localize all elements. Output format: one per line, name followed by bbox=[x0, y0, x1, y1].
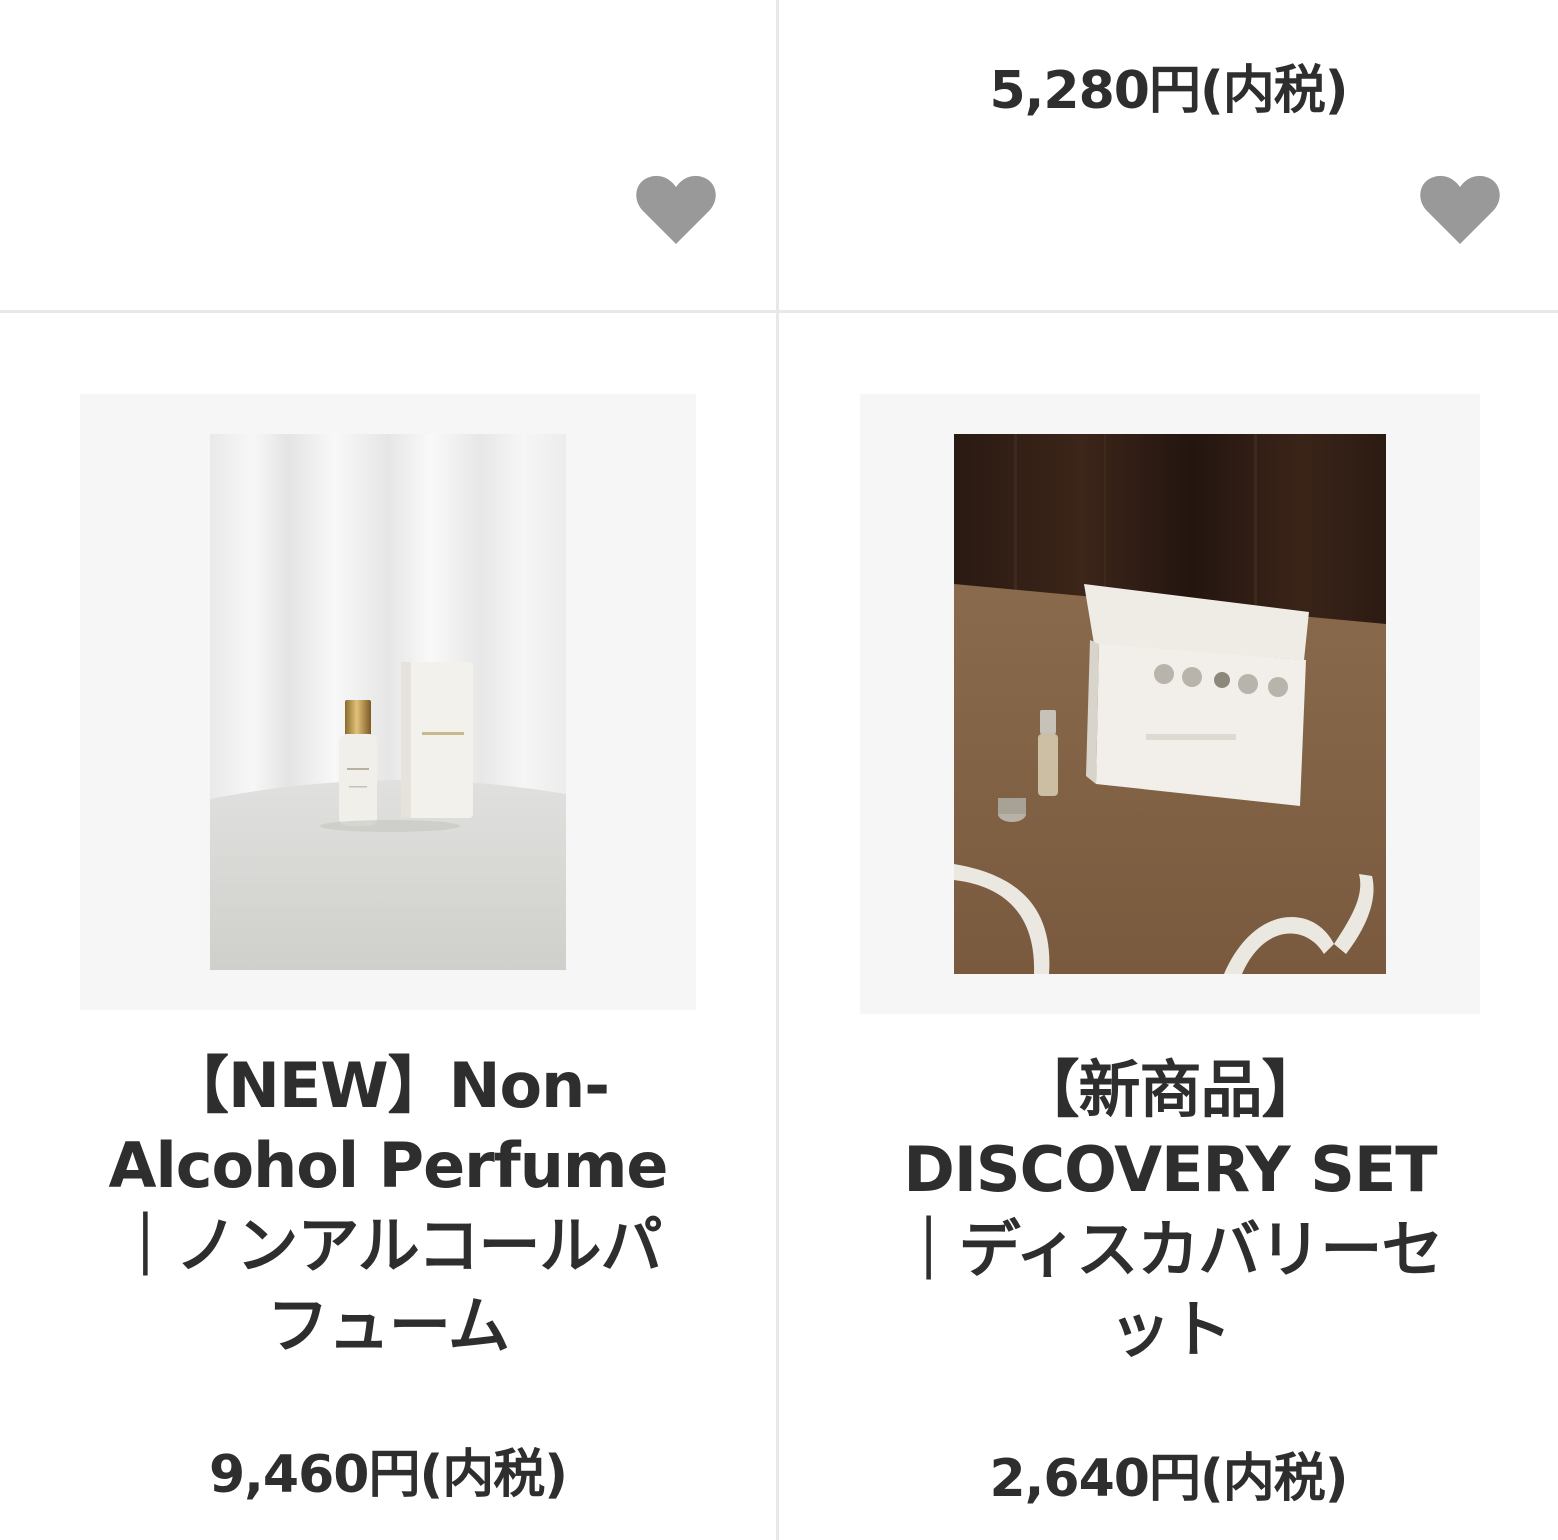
product-image-link[interactable] bbox=[860, 394, 1480, 1014]
product-grid: 5,280円(内税) 【NEW】Non- Alcohol Perfume ｜ノン… bbox=[0, 0, 1558, 1540]
heart-icon bbox=[1420, 175, 1500, 244]
heart-icon bbox=[636, 175, 716, 244]
product-image-link[interactable] bbox=[80, 394, 696, 1010]
favorite-button[interactable] bbox=[1419, 174, 1501, 246]
favorite-button[interactable] bbox=[635, 174, 717, 246]
product-title-line: フューム bbox=[266, 1289, 510, 1362]
product-title-line: Alcohol Perfume bbox=[108, 1129, 669, 1202]
product-price: 9,460円(内税) bbox=[208, 1445, 568, 1505]
product-title[interactable]: 【新商品】 DISCOVERY SET ｜ディスカバリーセ ット bbox=[820, 1050, 1520, 1370]
product-price: 2,640円(内税) bbox=[989, 1449, 1348, 1509]
product-image bbox=[210, 434, 566, 970]
product-title-line: ｜ノンアルコールパ bbox=[114, 1209, 662, 1282]
product-image bbox=[954, 434, 1386, 974]
product-title-line: ｜ディスカバリーセ bbox=[897, 1213, 1444, 1286]
product-title-line: DISCOVERY SET bbox=[903, 1133, 1437, 1206]
product-title-line: 【NEW】Non- bbox=[167, 1049, 610, 1122]
product-title-line: 【新商品】 bbox=[1017, 1053, 1323, 1126]
product-title-line: ット bbox=[1108, 1293, 1232, 1366]
product-title[interactable]: 【NEW】Non- Alcohol Perfume ｜ノンアルコールパ フューム bbox=[40, 1046, 736, 1366]
product-price: 5,280円(内税) bbox=[989, 61, 1348, 121]
column-divider bbox=[776, 0, 779, 1540]
row-divider bbox=[0, 310, 1558, 313]
